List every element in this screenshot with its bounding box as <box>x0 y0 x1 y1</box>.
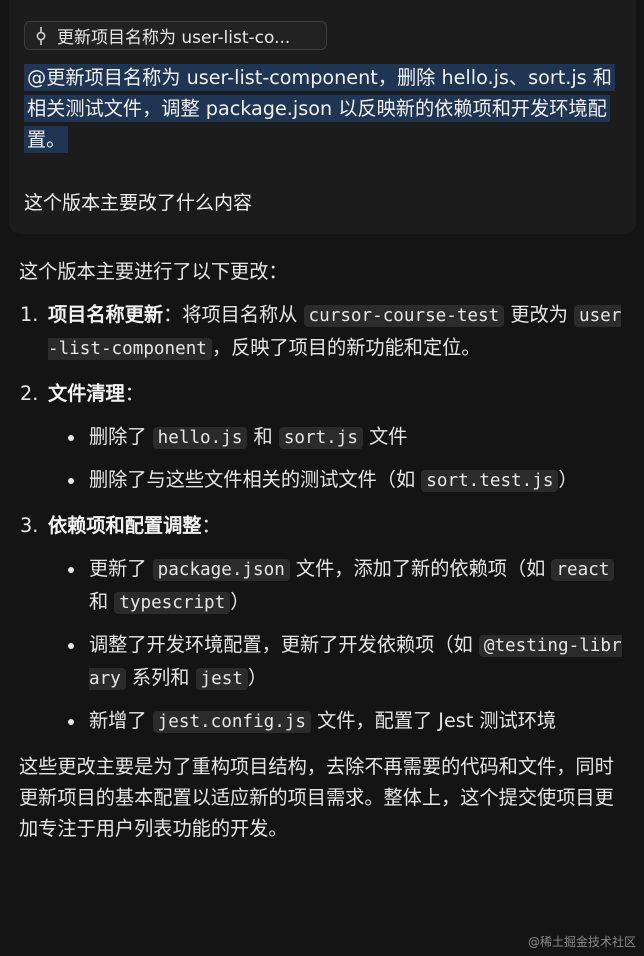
answer-intro: 这个版本主要进行了以下更改： <box>19 260 288 283</box>
change-list: 1. 项目名称更新：将项目名称从 cursor-course-test 更改为 … <box>19 299 631 738</box>
sub-text: ） <box>558 468 578 491</box>
item-number: 1. <box>20 303 39 326</box>
item-text: 更改为 <box>504 303 574 326</box>
inline-code: jest.config.js <box>152 711 311 733</box>
inline-code: jest <box>195 668 248 690</box>
sub-text: 调整了开发环境配置，更新了开发依赖项（如 <box>89 633 479 656</box>
item-colon: ： <box>201 514 221 537</box>
sub-text: ） <box>247 666 268 689</box>
sub-list: 删除了 hello.js 和 sort.js 文件 删除了与这些文件相关的测试文… <box>48 421 631 497</box>
commit-mention-text[interactable]: @更新项目名称为 user-list-component，删除 hello.js… <box>24 64 615 153</box>
commit-chip-label: 更新项目名称为 user-list-co... <box>57 28 291 48</box>
sub-text: 和 <box>89 590 115 613</box>
commit-mention: @更新项目名称为 user-list-component，删除 hello.js… <box>24 62 629 155</box>
user-question: 这个版本主要改了什么内容 <box>24 192 253 214</box>
sub-list: 更新了 package.json 文件，添加了新的依赖项（如 react 和 t… <box>48 553 631 738</box>
item-title: 依赖项和配置调整 <box>48 514 202 537</box>
sub-list-item: 删除了 hello.js 和 sort.js 文件 <box>48 421 631 454</box>
commit-reference-chip[interactable]: 更新项目名称为 user-list-co... <box>24 21 327 50</box>
answer-conclusion: 这些更改主要是为了重构项目结构，去除不再需要的代码和文件，同时更新项目的基本配置… <box>19 755 614 840</box>
sub-list-item: 删除了与这些文件相关的测试文件（如 sort.test.js） <box>48 464 631 497</box>
sub-text: 系列和 <box>125 666 196 689</box>
inline-code: cursor-course-test <box>303 305 505 327</box>
sub-list-item: 更新了 package.json 文件，添加了新的依赖项（如 react 和 t… <box>48 553 631 619</box>
sub-text: 更新了 <box>89 557 153 580</box>
item-number: 3. <box>20 514 39 537</box>
git-commit-icon <box>36 26 46 45</box>
item-colon: ： <box>163 303 183 326</box>
inline-code: package.json <box>152 559 290 581</box>
inline-code: sort.js <box>278 427 363 449</box>
inline-code: sort.test.js <box>421 470 559 492</box>
inline-code: hello.js <box>152 427 248 449</box>
sub-list-item: 新增了 jest.config.js 文件，配置了 Jest 测试环境 <box>48 705 631 738</box>
item-number: 2. <box>20 382 39 405</box>
inline-code: react <box>551 559 615 581</box>
assistant-answer: 这个版本主要进行了以下更改： 1. 项目名称更新：将项目名称从 cursor-c… <box>19 256 631 844</box>
sub-text: 删除了 <box>89 425 153 448</box>
sub-text: 删除了与这些文件相关的测试文件（如 <box>89 468 422 491</box>
item-colon: ： <box>124 382 144 405</box>
change-item-cleanup: 2. 文件清理： 删除了 hello.js 和 sort.js 文件 删除了与这… <box>19 378 631 497</box>
item-text: 将项目名称从 <box>182 303 304 326</box>
sub-text: 文件 <box>362 425 408 448</box>
sub-text: 和 <box>247 425 279 448</box>
watermark: @稀土掘金技术社区 <box>527 935 636 949</box>
inline-code: typescript <box>114 592 231 614</box>
sub-text: 文件，配置了 Jest 测试环境 <box>310 709 557 732</box>
item-title: 项目名称更新 <box>48 303 164 326</box>
item-text: ，反映了项目的新功能和定位。 <box>211 336 481 359</box>
item-title: 文件清理 <box>48 382 125 405</box>
change-item-dependencies: 3. 依赖项和配置调整： 更新了 package.json 文件，添加了新的依赖… <box>19 510 631 738</box>
sub-text: ） <box>230 590 250 613</box>
sub-text: 文件，添加了新的依赖项（如 <box>289 557 552 580</box>
sub-list-item: 调整了开发环境配置，更新了开发依赖项（如 @testing-library 系列… <box>48 629 631 695</box>
sub-text: 新增了 <box>89 709 153 732</box>
prompt-card: 更新项目名称为 user-list-co... @更新项目名称为 user-li… <box>9 0 636 234</box>
change-item-name: 1. 项目名称更新：将项目名称从 cursor-course-test 更改为 … <box>19 299 631 365</box>
